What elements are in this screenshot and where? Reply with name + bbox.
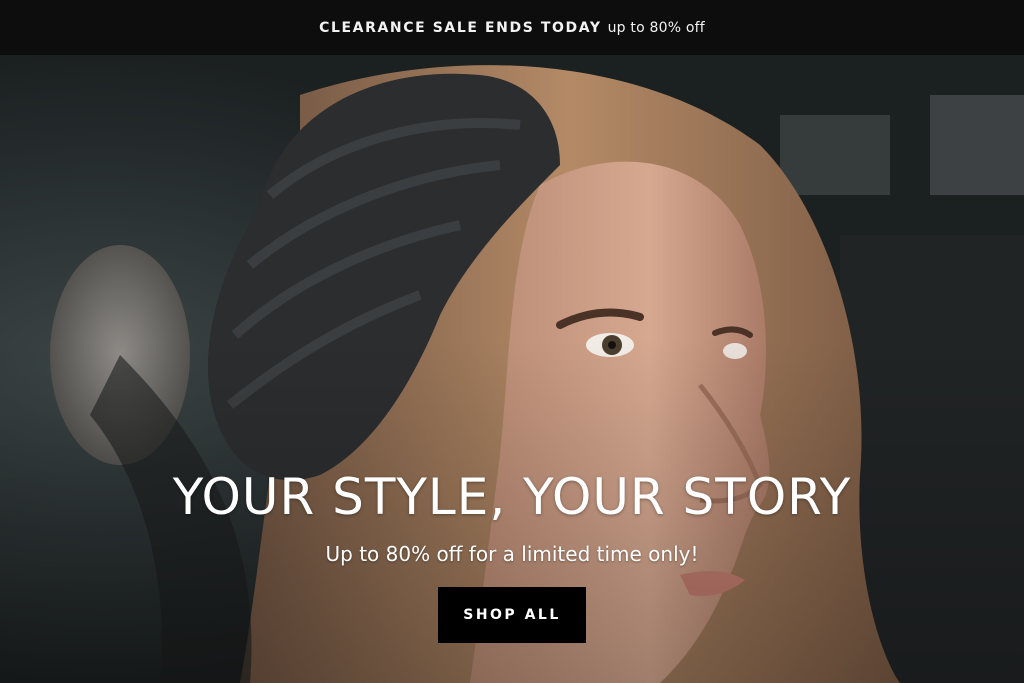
hero-banner: YOUR STYLE, YOUR STORY Up to 80% off for… xyxy=(0,55,1024,683)
hero-content: YOUR STYLE, YOUR STORY Up to 80% off for… xyxy=(0,465,1024,643)
announcement-headline: CLEARANCE SALE ENDS TODAY xyxy=(319,19,602,36)
hero-title: YOUR STYLE, YOUR STORY xyxy=(172,468,852,526)
announcement-bar: CLEARANCE SALE ENDS TODAY up to 80% off xyxy=(0,0,1024,55)
hero-subtitle: Up to 80% off for a limited time only! xyxy=(325,542,699,566)
shop-all-button[interactable]: SHOP ALL xyxy=(438,587,586,643)
announcement-detail: up to 80% off xyxy=(607,19,705,36)
